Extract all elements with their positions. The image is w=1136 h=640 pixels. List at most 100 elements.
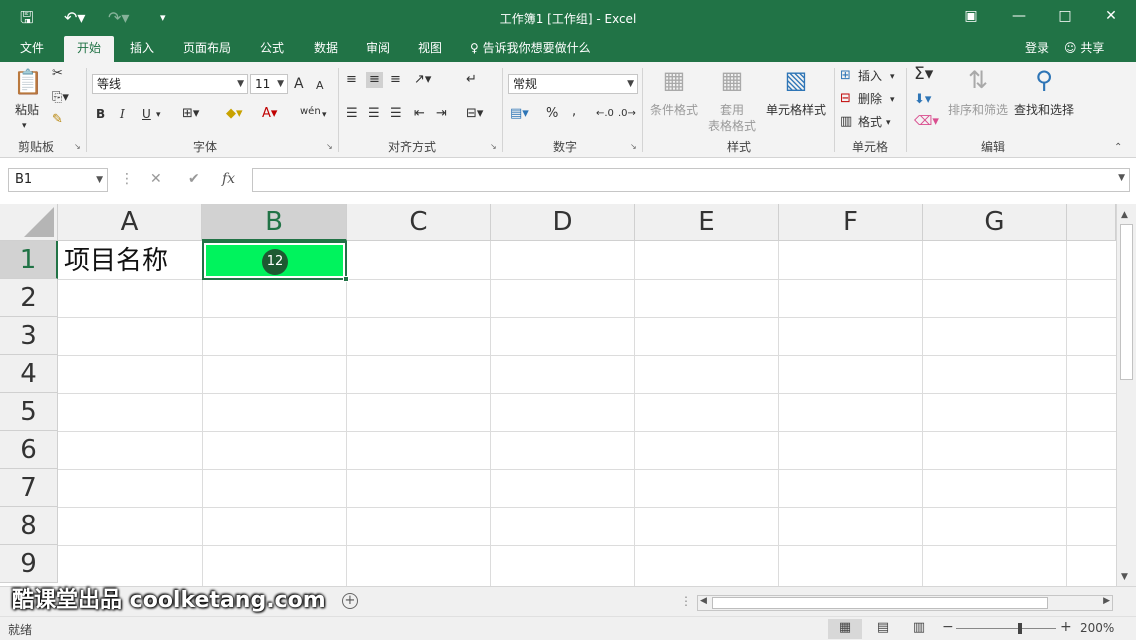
search-icon[interactable]: ⚲ (1028, 66, 1060, 94)
scroll-down-icon[interactable]: ▼ (1121, 572, 1128, 582)
page-layout-view-icon[interactable]: ▤ (866, 619, 900, 639)
sort-filter-button[interactable]: 排序和筛选 (946, 102, 1010, 118)
chevron-down-icon[interactable]: ▾ (886, 115, 891, 131)
tab-home[interactable]: 开始 (64, 36, 114, 62)
grow-font-button[interactable]: A (294, 76, 304, 92)
sort-filter-icon[interactable]: ⇅ (962, 66, 994, 94)
tab-review[interactable]: 审阅 (358, 36, 398, 62)
enter-icon[interactable]: ✔ (188, 171, 200, 187)
font-name-combo[interactable]: 等线 ▼ (92, 74, 248, 94)
shrink-font-button[interactable]: A (316, 78, 324, 94)
column-header-f[interactable]: F (779, 204, 923, 241)
column-header-c[interactable]: C (347, 204, 491, 241)
increase-indent-icon[interactable]: ⇥ (436, 106, 447, 122)
conditional-format-button[interactable]: 条件格式 (648, 102, 700, 118)
format-painter-icon[interactable]: ✎ (52, 112, 63, 128)
align-center-icon[interactable]: ☰ (368, 106, 380, 122)
format-as-table-line1[interactable]: 套用 (710, 102, 754, 118)
format-as-table-line2[interactable]: 表格格式 (700, 118, 764, 134)
number-launcher-icon[interactable]: ↘ (630, 142, 637, 151)
zoom-slider-track[interactable] (956, 628, 1056, 629)
increase-decimal-icon[interactable]: ←.0 (596, 106, 614, 122)
column-header-e[interactable]: E (635, 204, 779, 241)
sign-in-link[interactable]: 登录 (1025, 36, 1049, 60)
wrap-text-icon[interactable]: ↵ (466, 72, 477, 88)
collapse-ribbon-icon[interactable]: ⌃ (1114, 140, 1122, 156)
select-all-corner[interactable] (0, 204, 58, 241)
decrease-decimal-icon[interactable]: .0→ (618, 106, 636, 122)
clipboard-launcher-icon[interactable]: ↘ (74, 142, 81, 151)
horizontal-scroll-thumb[interactable] (712, 597, 1048, 609)
chevron-down-icon[interactable]: ▾ (322, 107, 327, 123)
autosum-icon[interactable]: Σ▾ (914, 66, 933, 83)
column-header-d[interactable]: D (491, 204, 635, 241)
font-size-combo[interactable]: 11 ▼ (250, 74, 288, 94)
more-icon[interactable]: ⋮ (680, 594, 692, 608)
tell-me-box[interactable]: ♀ 告诉我你想要做什么 (470, 36, 591, 62)
percent-button[interactable]: % (546, 106, 558, 122)
zoom-level[interactable]: 200% (1080, 621, 1114, 635)
delete-cells-button[interactable]: 删除 (858, 91, 882, 107)
insert-cells-button[interactable]: 插入 (858, 68, 882, 84)
number-format-combo[interactable]: 常规 ▼ (508, 74, 638, 94)
scroll-right-icon[interactable]: ▶ (1103, 596, 1110, 606)
underline-button[interactable]: U (142, 106, 151, 122)
tab-file[interactable]: 文件 (10, 36, 54, 62)
zoom-in-icon[interactable]: + (1060, 619, 1072, 635)
zoom-slider-thumb[interactable] (1018, 623, 1022, 634)
middle-align-icon[interactable]: ≡ (366, 72, 383, 88)
scroll-left-icon[interactable]: ◀ (700, 596, 707, 606)
font-launcher-icon[interactable]: ↘ (326, 142, 333, 151)
bottom-align-icon[interactable]: ≡ (390, 72, 401, 88)
vertical-scroll-thumb[interactable] (1120, 224, 1133, 380)
top-align-icon[interactable]: ≡ (346, 72, 357, 88)
paste-button[interactable]: 粘贴 (12, 102, 42, 118)
tab-data[interactable]: 数据 (306, 36, 346, 62)
row-header-3[interactable]: 3 (0, 317, 58, 355)
decrease-indent-icon[interactable]: ⇤ (414, 106, 425, 122)
phonetic-button[interactable]: wén (300, 104, 321, 120)
cut-icon[interactable]: ✂ (52, 66, 63, 82)
fill-icon[interactable]: ⬇▾ (914, 92, 931, 108)
scroll-up-icon[interactable]: ▲ (1121, 210, 1128, 220)
fill-handle[interactable] (343, 276, 349, 282)
orientation-icon[interactable]: ↗▾ (414, 72, 431, 88)
maximize-icon[interactable]: □ (1050, 6, 1080, 26)
cell-styles-button[interactable]: 单元格样式 (762, 102, 830, 118)
align-left-icon[interactable]: ☰ (346, 106, 358, 122)
name-box[interactable]: B1 ▼ (8, 168, 108, 192)
borders-icon[interactable]: ⊞▾ (182, 106, 199, 122)
tab-page-layout[interactable]: 页面布局 (176, 36, 238, 62)
row-header-9[interactable]: 9 (0, 545, 58, 583)
align-right-icon[interactable]: ☰ (390, 106, 402, 122)
comma-button[interactable]: , (572, 104, 576, 120)
row-header-4[interactable]: 4 (0, 355, 58, 393)
format-cells-button[interactable]: 格式 (858, 114, 882, 130)
add-sheet-icon[interactable]: + (342, 593, 358, 609)
row-header-7[interactable]: 7 (0, 469, 58, 507)
chevron-down-icon[interactable]: ▼ (1118, 173, 1125, 183)
format-as-table-icon[interactable]: ▦ (714, 66, 750, 94)
ribbon-display-icon[interactable]: ▣ (956, 6, 986, 26)
row-header-1[interactable]: 1 (0, 241, 58, 279)
formula-input[interactable]: ▼ (252, 168, 1130, 192)
row-header-8[interactable]: 8 (0, 507, 58, 545)
tab-formulas[interactable]: 公式 (252, 36, 292, 62)
paste-icon[interactable]: 📋 (12, 68, 44, 96)
insert-function-icon[interactable]: fx (222, 171, 235, 187)
italic-button[interactable]: I (120, 106, 125, 122)
delete-cells-icon[interactable]: ⊟ (840, 91, 851, 107)
column-header-b[interactable]: B (202, 204, 347, 241)
normal-view-icon[interactable]: ▦ (828, 619, 862, 639)
find-select-button[interactable]: 查找和选择 (1012, 102, 1076, 118)
chevron-down-icon[interactable]: ▾ (156, 107, 161, 123)
cell-b1-selected[interactable]: 12 (202, 241, 349, 282)
vertical-scrollbar[interactable]: ▲ ▼ (1116, 204, 1136, 586)
clear-icon[interactable]: ⌫▾ (914, 114, 939, 130)
merge-center-icon[interactable]: ⊟▾ (466, 106, 483, 122)
cell-styles-icon[interactable]: ▧ (778, 66, 814, 94)
tab-insert[interactable]: 插入 (122, 36, 162, 62)
close-icon[interactable]: ✕ (1096, 6, 1126, 26)
horizontal-scrollbar[interactable]: ◀ ▶ (697, 595, 1113, 611)
accounting-format-icon[interactable]: ▤▾ (510, 106, 529, 122)
